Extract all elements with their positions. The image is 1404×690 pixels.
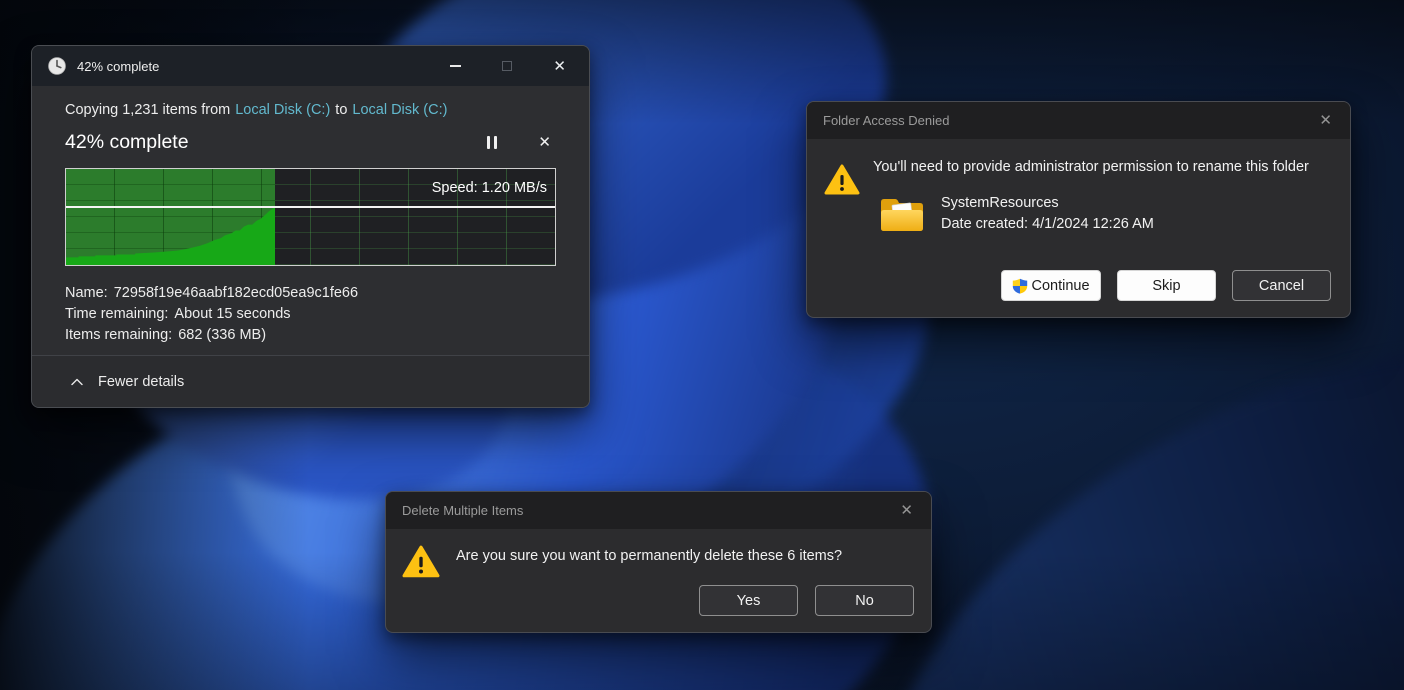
detail-value: 72958f19e46aabf182ecd05ea9c1fe66 bbox=[114, 285, 358, 301]
warning-icon bbox=[824, 164, 860, 196]
detail-label: Items remaining: bbox=[65, 327, 172, 343]
folder-dialog-body: You'll need to provide administrator per… bbox=[807, 139, 1350, 317]
delete-dialog-titlebar[interactable]: Delete Multiple Items ✕ bbox=[386, 492, 931, 529]
speed-label: Speed: 1.20 MB/s bbox=[432, 180, 547, 196]
copy-window-titlebar[interactable]: 42% complete ✕ bbox=[32, 46, 589, 86]
close-button[interactable]: ✕ bbox=[900, 503, 913, 518]
copy-speed-chart: Speed: 1.20 MB/s bbox=[65, 168, 556, 266]
folder-icon bbox=[879, 196, 925, 236]
delete-dialog-body: Are you sure you want to permanently del… bbox=[386, 529, 931, 632]
yes-label: Yes bbox=[737, 593, 761, 609]
detail-row-items-remaining: Items remaining: 682 (336 MB) bbox=[65, 325, 556, 346]
no-label: No bbox=[855, 593, 874, 609]
copy-dialog-footer: Fewer details bbox=[32, 355, 589, 407]
continue-label: Continue bbox=[1031, 278, 1089, 294]
copy-dialog-body: Copying 1,231 items from Local Disk (C:)… bbox=[32, 86, 589, 355]
speed-history-graph bbox=[66, 169, 275, 265]
window-title: Folder Access Denied bbox=[823, 113, 949, 128]
minimize-button[interactable] bbox=[450, 65, 461, 67]
folder-name: SystemResources bbox=[941, 193, 1059, 214]
window-title: Delete Multiple Items bbox=[402, 503, 523, 518]
detail-row-time-remaining: Time remaining: About 15 seconds bbox=[65, 304, 556, 325]
no-button[interactable]: No bbox=[815, 585, 914, 616]
folder-dialog-titlebar[interactable]: Folder Access Denied ✕ bbox=[807, 102, 1350, 139]
pause-icon bbox=[494, 136, 497, 149]
cancel-copy-button[interactable]: ✕ bbox=[538, 135, 551, 150]
pause-icon bbox=[487, 136, 490, 149]
status-connector: to bbox=[335, 102, 347, 118]
continue-button[interactable]: Continue bbox=[1001, 270, 1101, 301]
status-prefix: Copying 1,231 items from bbox=[65, 102, 230, 118]
close-button[interactable]: ✕ bbox=[553, 59, 566, 74]
detail-value: About 15 seconds bbox=[174, 306, 290, 322]
copy-status-line: Copying 1,231 items from Local Disk (C:)… bbox=[65, 102, 556, 118]
skip-label: Skip bbox=[1152, 278, 1180, 294]
delete-confirmation-message: Are you sure you want to permanently del… bbox=[456, 548, 842, 564]
window-title: 42% complete bbox=[77, 59, 159, 74]
fewer-details-label: Fewer details bbox=[98, 374, 184, 390]
copy-progress-window: 42% complete ✕ Copying 1,231 items from … bbox=[31, 45, 590, 408]
speed-line bbox=[66, 206, 555, 208]
uac-shield-icon bbox=[1012, 278, 1028, 294]
pause-button[interactable] bbox=[487, 136, 497, 149]
destination-location-link[interactable]: Local Disk (C:) bbox=[352, 102, 447, 118]
detail-value: 682 (336 MB) bbox=[178, 327, 266, 343]
detail-label: Name: bbox=[65, 285, 108, 301]
speed-history-area bbox=[66, 205, 275, 265]
detail-label: Time remaining: bbox=[65, 306, 168, 322]
fewer-details-toggle[interactable]: Fewer details bbox=[71, 374, 184, 390]
folder-date-created: Date created: 4/1/2024 12:26 AM bbox=[941, 214, 1154, 235]
detail-row-name: Name: 72958f19e46aabf182ecd05ea9c1fe66 bbox=[65, 283, 556, 304]
yes-button[interactable]: Yes bbox=[699, 585, 798, 616]
close-button[interactable]: ✕ bbox=[1319, 113, 1332, 128]
cancel-label: Cancel bbox=[1259, 278, 1304, 294]
folder-access-denied-window: Folder Access Denied ✕ You'll need to pr… bbox=[806, 101, 1351, 318]
delete-multiple-items-window: Delete Multiple Items ✕ Are you sure you… bbox=[385, 491, 932, 633]
warning-icon bbox=[402, 545, 440, 579]
progress-heading: 42% complete bbox=[65, 131, 189, 154]
cancel-button[interactable]: Cancel bbox=[1232, 270, 1331, 301]
source-location-link[interactable]: Local Disk (C:) bbox=[235, 102, 330, 118]
minimize-icon bbox=[450, 65, 461, 67]
copy-details: Name: 72958f19e46aabf182ecd05ea9c1fe66 Ti… bbox=[65, 283, 556, 346]
permission-message: You'll need to provide administrator per… bbox=[873, 159, 1309, 175]
maximize-button[interactable] bbox=[502, 61, 512, 71]
chevron-up-icon bbox=[71, 378, 83, 386]
skip-button[interactable]: Skip bbox=[1117, 270, 1216, 301]
maximize-icon bbox=[502, 61, 512, 71]
file-operation-clock-icon bbox=[48, 57, 66, 75]
